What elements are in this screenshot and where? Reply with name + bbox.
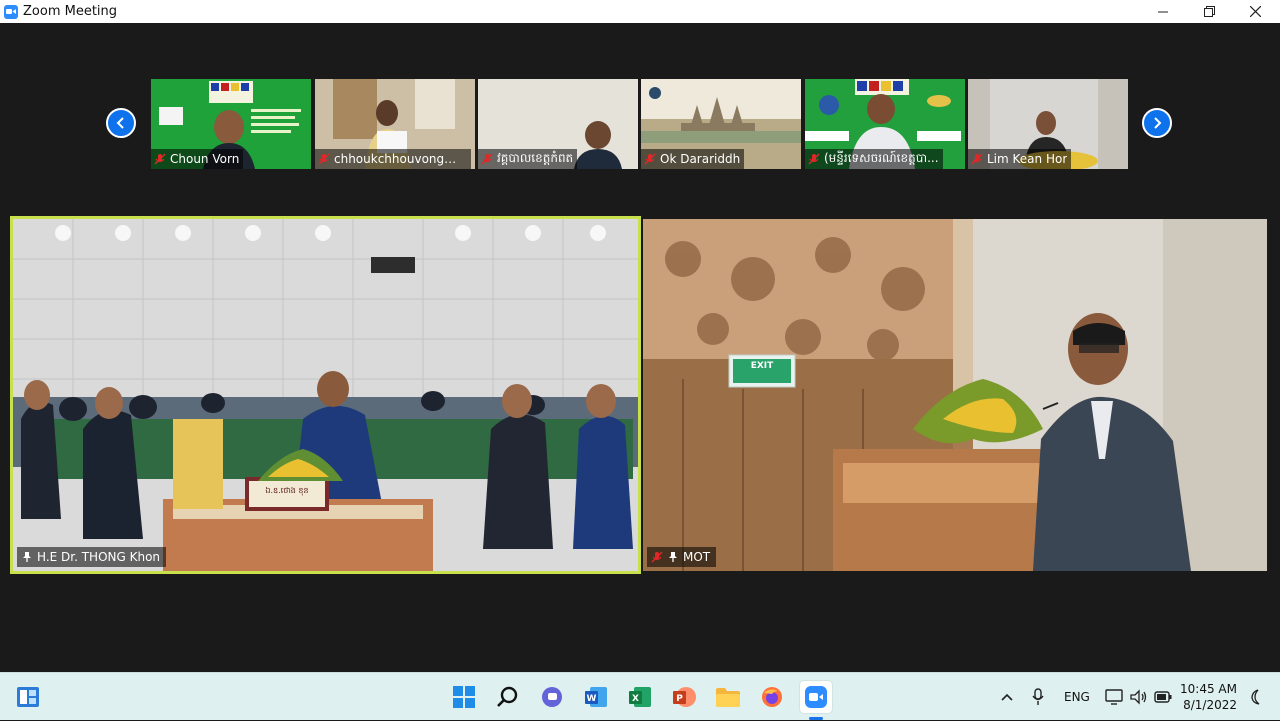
close-icon	[1249, 6, 1261, 17]
title-bar: Zoom Meeting	[0, 0, 1280, 23]
participant-thumbnail[interactable]: chhoukchhouvong@g...	[315, 79, 475, 169]
minimize-icon	[1158, 11, 1168, 12]
pin-icon	[669, 552, 677, 562]
gallery-next-button[interactable]	[1142, 108, 1172, 138]
chat-app-button[interactable]	[536, 681, 568, 713]
notifications-button[interactable]	[1248, 673, 1264, 721]
muted-mic-icon	[644, 153, 656, 165]
show-hidden-icons-button[interactable]	[1000, 673, 1014, 721]
svg-text:X: X	[632, 694, 639, 704]
chevron-right-icon	[1154, 117, 1162, 129]
microphone-tray-button[interactable]	[1032, 673, 1044, 721]
search-icon	[497, 686, 518, 707]
network-button[interactable]	[1105, 673, 1123, 721]
name-placard: ឯ.ឧ.ថោង ខុន	[265, 486, 309, 495]
svg-text:W: W	[587, 694, 597, 704]
chevron-up-icon	[1001, 693, 1013, 701]
search-button[interactable]	[492, 681, 524, 713]
muted-mic-icon	[154, 153, 166, 165]
active-speaker-tile[interactable]: ឯ.ឧ.ថោង ខុន H.E Dr. THONG Khon	[10, 216, 641, 574]
file-explorer-button[interactable]	[712, 681, 744, 713]
microphone-icon	[1032, 688, 1044, 705]
participant-tile[interactable]: EXIT MOT	[643, 219, 1267, 571]
participant-name: Choun Vorn	[170, 152, 240, 166]
show-desktop-widget[interactable]	[12, 681, 44, 713]
widgets-icon	[17, 687, 39, 707]
gallery-prev-button[interactable]	[106, 108, 136, 138]
word-app-button[interactable]: W	[580, 681, 612, 713]
muted-mic-icon	[808, 153, 820, 165]
window-title: Zoom Meeting	[23, 4, 118, 19]
excel-app-button[interactable]: X	[624, 681, 656, 713]
powerpoint-icon: P	[673, 687, 696, 707]
participant-name-bar: វគ្គបាលខេត្តកំពត	[478, 149, 578, 169]
clock-date: 8/1/2022	[1183, 698, 1237, 712]
excel-icon: X	[629, 687, 651, 707]
svg-text:P: P	[676, 694, 683, 704]
firefox-app-button[interactable]	[756, 681, 788, 713]
restore-icon	[1203, 6, 1215, 17]
exit-sign: EXIT	[750, 361, 774, 371]
clock[interactable]: 10:45 AM 8/1/2022	[1180, 681, 1237, 713]
battery-button[interactable]	[1154, 673, 1172, 721]
muted-mic-icon	[481, 153, 493, 165]
participant-thumbnail[interactable]: Lim Kean Hor	[968, 79, 1128, 169]
participant-thumbnail[interactable]: Choun Vorn	[151, 79, 311, 169]
participant-name-bar: Lim Kean Hor	[968, 149, 1072, 169]
zoom-icon	[805, 686, 827, 708]
participant-name-bar: H.E Dr. THONG Khon	[17, 547, 167, 567]
zoom-app-icon	[4, 4, 18, 19]
participant-name-bar: MOT	[647, 547, 717, 567]
language-label: ENG	[1064, 690, 1090, 704]
muted-mic-icon	[318, 153, 330, 165]
participant-name: H.E Dr. THONG Khon	[37, 550, 161, 564]
chevron-left-icon	[116, 117, 124, 129]
restore-button[interactable]	[1186, 0, 1232, 23]
taskbar: W X P ENG 10:45 AM 8/1/2022	[0, 672, 1280, 720]
battery-icon	[1154, 691, 1172, 703]
participant-name-bar: (មន្ទីរទេសចរណ៍ខេត្តបា...	[805, 149, 943, 169]
folder-icon	[716, 688, 740, 707]
participant-name: chhoukchhouvong@g...	[334, 152, 467, 166]
participant-name-bar: Ok Darariddh	[641, 149, 745, 169]
participant-name: Lim Kean Hor	[987, 152, 1068, 166]
language-indicator[interactable]: ENG	[1064, 673, 1090, 721]
pin-icon	[23, 552, 31, 562]
participant-thumbnail[interactable]: (មន្ទីរទេសចរណ៍ខេត្តបា...	[805, 79, 965, 169]
video-feed	[13, 219, 638, 571]
participant-name-bar: Choun Vorn	[151, 149, 244, 169]
moon-notification-icon	[1251, 689, 1260, 705]
participant-name: MOT	[683, 550, 711, 564]
zoom-app-button[interactable]	[800, 681, 832, 713]
participant-name: (មន្ទីរទេសចរណ៍ខេត្តបា...	[824, 151, 939, 165]
clock-time: 10:45 AM	[1180, 682, 1237, 696]
participant-name: Ok Darariddh	[660, 152, 741, 166]
volume-icon	[1130, 689, 1147, 705]
participant-name: វគ្គបាលខេត្តកំពត	[497, 151, 574, 165]
word-icon: W	[585, 687, 607, 707]
participant-name-bar: chhoukchhouvong@g...	[315, 149, 471, 169]
windows-start-icon	[453, 686, 475, 708]
chat-icon	[542, 687, 562, 707]
powerpoint-app-button[interactable]: P	[668, 681, 700, 713]
muted-mic-icon	[651, 551, 663, 563]
start-button[interactable]	[448, 681, 480, 713]
video-feed	[643, 219, 1267, 571]
firefox-icon	[762, 687, 782, 707]
minimize-button[interactable]	[1140, 0, 1186, 23]
participant-thumbnail[interactable]: វគ្គបាលខេត្តកំពត	[478, 79, 638, 169]
network-icon	[1105, 689, 1123, 705]
close-button[interactable]	[1232, 0, 1278, 23]
muted-mic-icon	[971, 153, 983, 165]
participant-thumbnail[interactable]: Ok Darariddh	[641, 79, 801, 169]
volume-button[interactable]	[1130, 673, 1148, 721]
